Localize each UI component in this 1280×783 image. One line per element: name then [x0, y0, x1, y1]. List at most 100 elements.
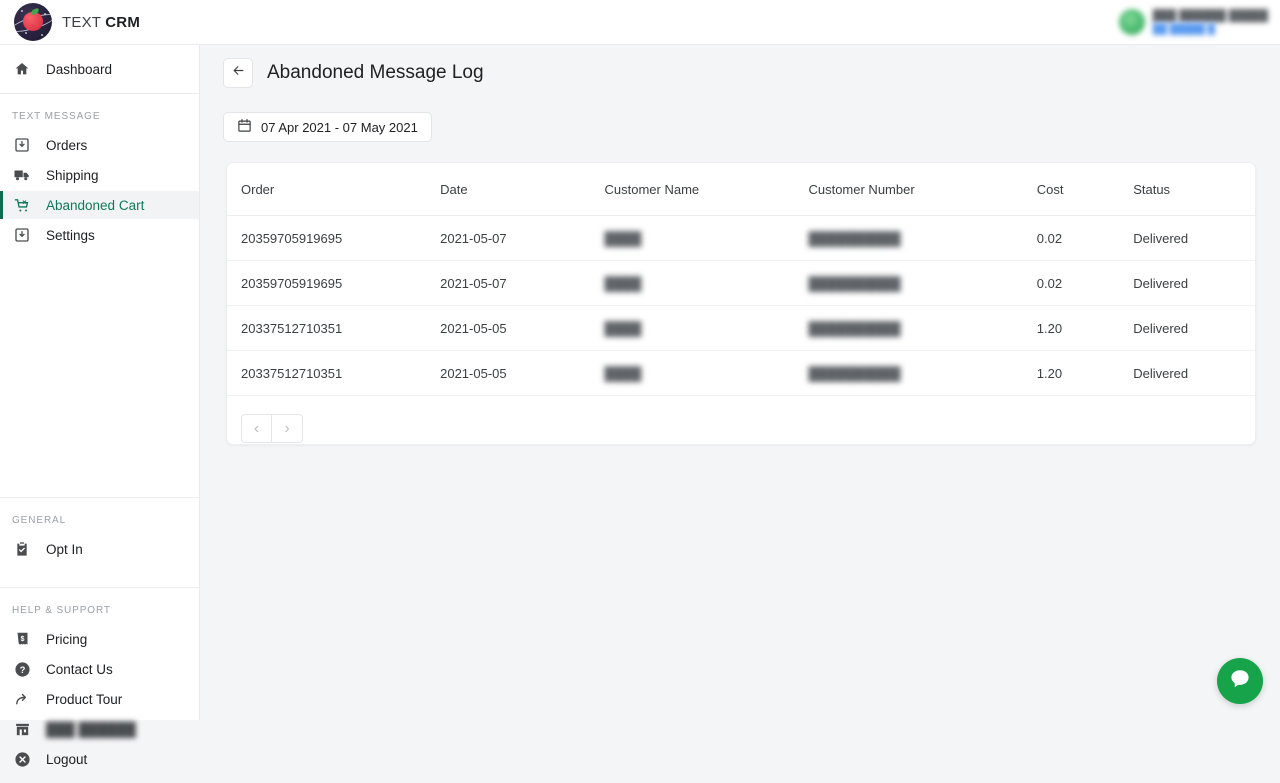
sidebar-item-label: Abandoned Cart — [46, 198, 144, 213]
column-header-customer-number: Customer Number — [808, 163, 1036, 216]
table-row[interactable]: 20337512710351 2021-05-05 ████ █████████… — [227, 351, 1255, 396]
sidebar-heading-help-support: HELP & SUPPORT — [0, 596, 199, 623]
redacted-value: ████ — [605, 366, 642, 381]
top-bar: TEXT CRM ███ ██████ █████ ██ █████ █ — [0, 0, 1280, 45]
table-body: 20359705919695 2021-05-07 ████ █████████… — [227, 216, 1255, 396]
svg-text:?: ? — [19, 665, 25, 675]
redacted-value: ██████████ — [808, 366, 900, 381]
inbox-download-icon — [12, 225, 32, 245]
share-arrow-icon — [12, 689, 32, 709]
sidebar-section-main: Dashboard — [0, 45, 199, 93]
message-log-table: Order Date Customer Name Customer Number… — [227, 163, 1255, 396]
redacted-value: ██████████ — [808, 321, 900, 336]
sidebar-item-label: Settings — [46, 228, 95, 243]
sidebar-item-dashboard[interactable]: Dashboard — [0, 55, 199, 83]
sidebar-item-label: Shipping — [46, 168, 99, 183]
calendar-icon — [237, 118, 252, 136]
cell-date: 2021-05-07 — [440, 261, 604, 306]
truck-icon — [12, 165, 32, 185]
sidebar-item-contact-us[interactable]: ? Contact Us — [0, 655, 199, 683]
status-badge: Delivered — [1133, 216, 1255, 261]
home-icon — [12, 59, 32, 79]
cell-order: 20337512710351 — [227, 351, 440, 396]
cell-customer-number: ██████████ — [808, 216, 1036, 261]
cell-cost: 1.20 — [1037, 351, 1133, 396]
redacted-value: ████ — [605, 321, 642, 336]
chat-bubble-icon — [1228, 667, 1252, 696]
brand-logo[interactable]: TEXT CRM — [0, 3, 140, 41]
brand-text-bold: CRM — [105, 14, 140, 31]
main-content: Abandoned Message Log 07 Apr 2021 - 07 M… — [200, 45, 1280, 720]
sidebar-item-shipping[interactable]: Shipping — [0, 161, 199, 189]
sidebar-item-label: Dashboard — [46, 62, 112, 77]
cell-cost: 0.02 — [1037, 261, 1133, 306]
column-header-date: Date — [440, 163, 604, 216]
column-header-cost: Cost — [1037, 163, 1133, 216]
status-badge: Delivered — [1133, 261, 1255, 306]
redacted-value: ████ — [605, 231, 642, 246]
status-badge: Delivered — [1133, 351, 1255, 396]
cell-customer-number: ██████████ — [808, 261, 1036, 306]
pagination-next-button[interactable]: › — [272, 414, 303, 443]
cell-date: 2021-05-07 — [440, 216, 604, 261]
sidebar-item-label: Product Tour — [46, 692, 122, 707]
cell-order: 20359705919695 — [227, 261, 440, 306]
redacted-value: ██████████ — [808, 231, 900, 246]
cell-customer-number: ██████████ — [808, 351, 1036, 396]
user-menu[interactable]: ███ ██████ █████ ██ █████ █ — [1119, 9, 1280, 35]
column-header-status: Status — [1133, 163, 1255, 216]
sidebar-item-label: Orders — [46, 138, 87, 153]
sidebar-item-opt-in[interactable]: Opt In — [0, 535, 199, 563]
cart-x-icon — [12, 195, 32, 215]
back-button[interactable] — [223, 58, 253, 88]
cell-customer-name: ████ — [605, 261, 809, 306]
sidebar-item-store[interactable]: ███ ██████ — [0, 715, 199, 743]
arrow-left-icon — [231, 63, 246, 83]
chat-widget-button[interactable] — [1217, 658, 1263, 704]
sidebar-item-label: ███ ██████ — [46, 722, 136, 737]
table-row[interactable]: 20359705919695 2021-05-07 ████ █████████… — [227, 216, 1255, 261]
brand-text-light: TEXT — [62, 14, 101, 31]
pagination-prev-button[interactable]: ‹ — [241, 414, 272, 443]
user-account-link[interactable]: ██ █████ █ — [1153, 24, 1268, 35]
sidebar-item-orders[interactable]: Orders — [0, 131, 199, 159]
user-name: ███ ██████ █████ — [1153, 10, 1268, 22]
cell-customer-name: ████ — [605, 351, 809, 396]
inbox-download-icon — [12, 135, 32, 155]
clipboard-check-icon — [12, 539, 32, 559]
column-header-order: Order — [227, 163, 440, 216]
date-range-picker[interactable]: 07 Apr 2021 - 07 May 2021 — [223, 112, 432, 142]
sidebar-item-pricing[interactable]: $ Pricing — [0, 625, 199, 653]
sidebar-heading-general: GENERAL — [0, 506, 199, 533]
column-header-customer-name: Customer Name — [605, 163, 809, 216]
question-circle-icon: ? — [12, 659, 32, 679]
redacted-value: ██████████ — [808, 276, 900, 291]
sidebar-item-product-tour[interactable]: Product Tour — [0, 685, 199, 713]
cell-cost: 1.20 — [1037, 306, 1133, 351]
cell-customer-name: ████ — [605, 216, 809, 261]
table-row[interactable]: 20359705919695 2021-05-07 ████ █████████… — [227, 261, 1255, 306]
page-title: Abandoned Message Log — [267, 62, 484, 84]
sidebar-section-general: GENERAL Opt In — [0, 498, 199, 573]
cell-order: 20359705919695 — [227, 216, 440, 261]
cell-date: 2021-05-05 — [440, 306, 604, 351]
table-row[interactable]: 20337512710351 2021-05-05 ████ █████████… — [227, 306, 1255, 351]
svg-text:$: $ — [20, 636, 24, 643]
sidebar-item-logout[interactable]: Logout — [0, 745, 199, 773]
sidebar-section-text-message: TEXT MESSAGE Orders Shipping Abandoned C… — [0, 94, 199, 259]
cell-customer-name: ████ — [605, 306, 809, 351]
status-badge: Delivered — [1133, 306, 1255, 351]
sidebar-item-label: Opt In — [46, 542, 83, 557]
cell-order: 20337512710351 — [227, 306, 440, 351]
pagination: ‹ › — [227, 396, 1255, 443]
table-header-row: Order Date Customer Name Customer Number… — [227, 163, 1255, 216]
sidebar-item-abandoned-cart[interactable]: Abandoned Cart — [0, 191, 199, 219]
cell-date: 2021-05-05 — [440, 351, 604, 396]
sidebar: Dashboard TEXT MESSAGE Orders Shipping A… — [0, 45, 200, 720]
sidebar-item-label: Contact Us — [46, 662, 113, 677]
receipt-dollar-icon: $ — [12, 629, 32, 649]
page-header: Abandoned Message Log — [200, 45, 1280, 88]
cell-customer-number: ██████████ — [808, 306, 1036, 351]
sidebar-item-settings[interactable]: Settings — [0, 221, 199, 249]
cell-cost: 0.02 — [1037, 216, 1133, 261]
